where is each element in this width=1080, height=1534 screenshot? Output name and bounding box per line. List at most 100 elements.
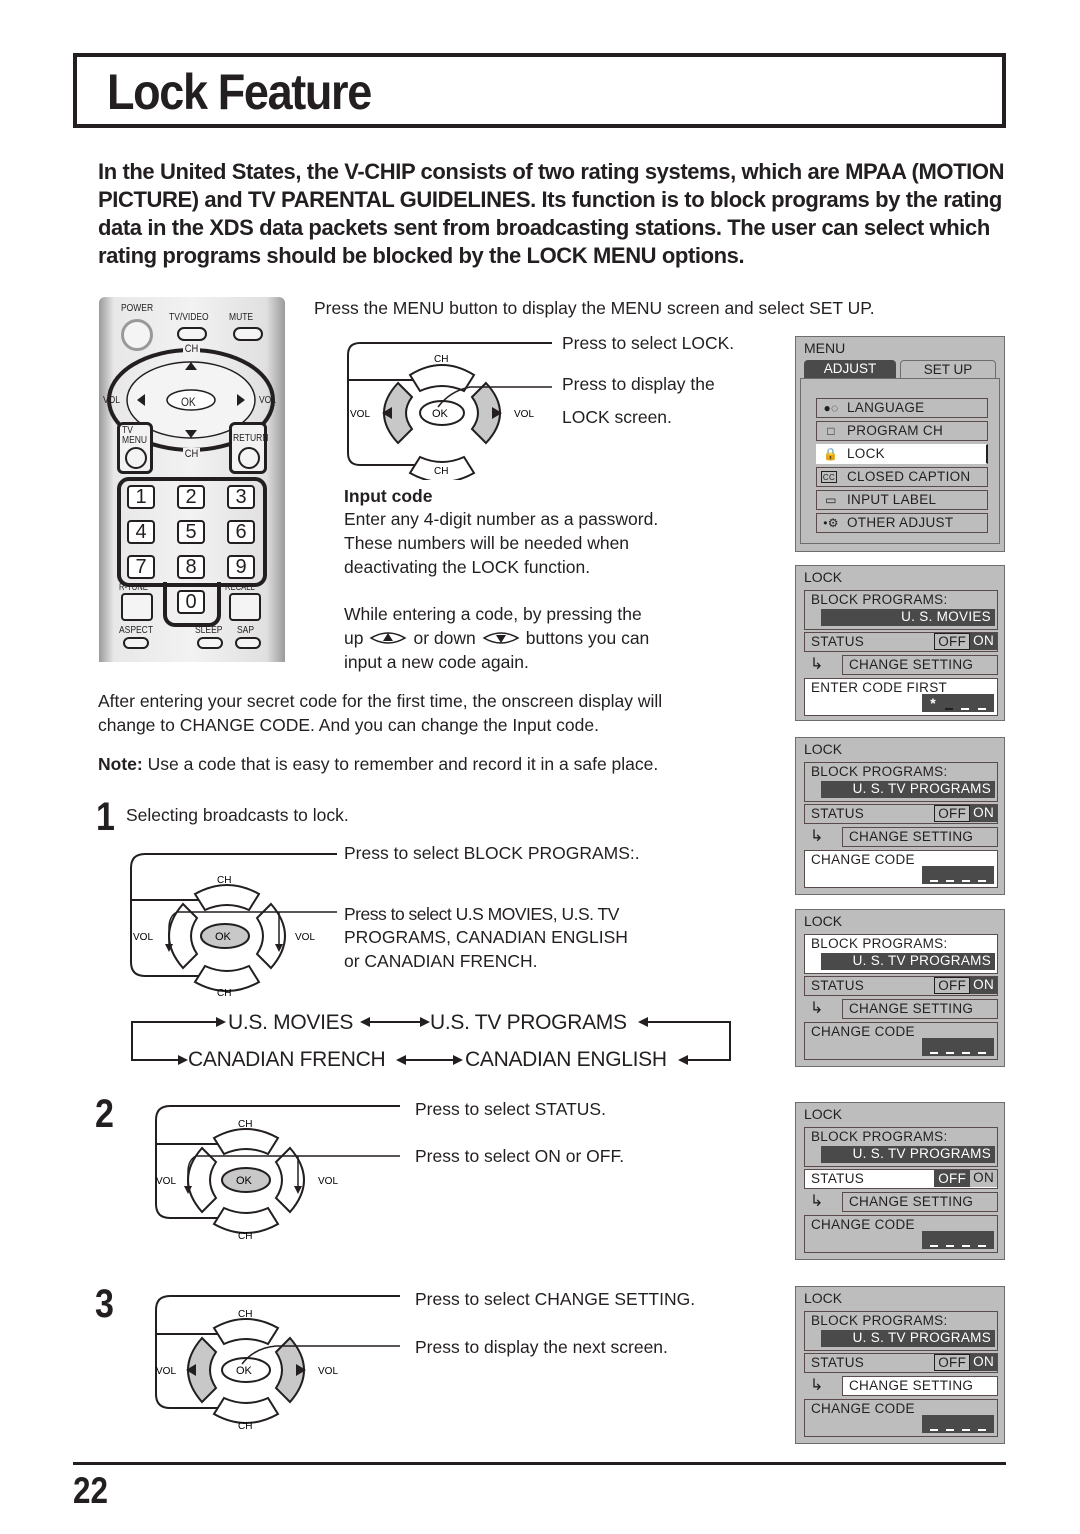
vol-right-label: VOL [514, 409, 534, 420]
page-title-box: Lock Feature [73, 53, 1006, 128]
change-setting-row[interactable]: CHANGE SETTING [842, 1192, 998, 1212]
status-row[interactable]: STATUS OFF ON [804, 632, 998, 652]
status-off[interactable]: OFF [934, 1170, 971, 1187]
down-button-icon [482, 632, 520, 644]
status-on[interactable]: ON [970, 1354, 997, 1371]
svg-text:OK: OK [236, 1365, 253, 1377]
input-label-icon: ▭ [825, 493, 837, 507]
osd-menu-item-language[interactable]: ●◌ LANGUAGE [816, 398, 988, 418]
key-8[interactable]: 8 [177, 555, 205, 579]
status-row[interactable]: STATUS OFF ON [804, 1353, 998, 1373]
status-off[interactable]: OFF [934, 633, 971, 650]
ch-down-label: CH [183, 448, 200, 460]
step-1-line1: Press to select BLOCK PROGRAMS:. [344, 843, 640, 863]
aspect-button[interactable] [123, 637, 149, 649]
osd-menu-item-lock[interactable]: 🔒 LOCK [816, 444, 988, 464]
change-setting-row[interactable]: CHANGE SETTING [842, 999, 998, 1019]
code-digit-slot [978, 1429, 986, 1431]
key-5[interactable]: 5 [177, 520, 205, 544]
key-4[interactable]: 4 [127, 520, 155, 544]
sap-button[interactable] [235, 637, 261, 649]
code-row[interactable]: CHANGE CODE [804, 1399, 998, 1437]
status-row[interactable]: STATUS OFF ON [804, 1169, 998, 1189]
status-off[interactable]: OFF [934, 805, 971, 822]
r-tune-button[interactable] [121, 593, 153, 621]
osd-tab-adjust[interactable]: ADJUST [804, 360, 896, 378]
return-button[interactable] [238, 447, 260, 469]
after-text-line1: After entering your secret code for the … [98, 691, 663, 711]
press-display-line1: Press to display the [562, 374, 715, 394]
block-programs-label: BLOCK PROGRAMS: [811, 1313, 948, 1328]
code-input[interactable]: * [922, 694, 994, 712]
block-programs-row[interactable]: BLOCK PROGRAMS: U. S. MOVIES [804, 590, 998, 630]
osd-menu-item-closed-caption[interactable]: CC CLOSED CAPTION [816, 467, 988, 487]
status-toggle[interactable]: OFF ON [934, 805, 997, 822]
ok-button[interactable]: OK [181, 395, 196, 409]
status-toggle[interactable]: OFF ON [934, 1170, 997, 1187]
change-setting-row[interactable]: CHANGE SETTING [842, 827, 998, 847]
status-off[interactable]: OFF [934, 1354, 971, 1371]
key-0[interactable]: 0 [177, 590, 205, 614]
status-row[interactable]: STATUS OFF ON [804, 976, 998, 996]
tv-menu-button[interactable] [125, 447, 147, 469]
status-toggle[interactable]: OFF ON [934, 633, 997, 650]
osd-lock-panel: LOCK BLOCK PROGRAMS: U. S. TV PROGRAMS S… [795, 909, 1005, 1067]
code-input[interactable] [922, 866, 994, 884]
code-row[interactable]: ENTER CODE FIRST * [804, 678, 998, 716]
code-digit-slot [962, 1245, 970, 1247]
status-toggle[interactable]: OFF ON [934, 977, 997, 994]
step-2-line1: Press to select STATUS. [415, 1099, 606, 1119]
code-digit-slot [930, 1429, 938, 1431]
note-label: Note: [98, 754, 143, 774]
sleep-button[interactable] [197, 637, 223, 649]
status-row[interactable]: STATUS OFF ON [804, 804, 998, 824]
change-setting-row[interactable]: CHANGE SETTING [842, 655, 998, 675]
osd-menu-item-other-adjust[interactable]: •⚙ OTHER ADJUST [816, 513, 988, 533]
tv-video-button[interactable] [177, 327, 207, 341]
block-programs-row[interactable]: BLOCK PROGRAMS: U. S. TV PROGRAMS [804, 1127, 998, 1167]
osd-menu-item-program-ch[interactable]: □ PROGRAM CH [816, 421, 988, 441]
status-off[interactable]: OFF [934, 977, 971, 994]
svg-text:VOL: VOL [318, 1176, 338, 1187]
code-row[interactable]: CHANGE CODE [804, 850, 998, 888]
key-7[interactable]: 7 [127, 555, 155, 579]
osd-lock-panel: LOCK BLOCK PROGRAMS: U. S. MOVIES STATUS… [795, 565, 1005, 721]
code-digit-slot [930, 1245, 938, 1247]
osd-menu-item-input-label[interactable]: ▭ INPUT LABEL [816, 490, 988, 510]
step-2-number: 2 [95, 1092, 114, 1136]
press-display-line2: LOCK screen. [562, 407, 672, 427]
status-on[interactable]: ON [970, 1170, 997, 1187]
mute-button[interactable] [233, 327, 263, 341]
status-on[interactable]: ON [970, 805, 997, 822]
block-programs-row[interactable]: BLOCK PROGRAMS: U. S. TV PROGRAMS [804, 762, 998, 802]
code-label: CHANGE CODE [811, 1401, 915, 1416]
code-input[interactable] [922, 1415, 994, 1433]
key-6[interactable]: 6 [227, 520, 255, 544]
change-setting-row[interactable]: CHANGE SETTING [842, 1376, 998, 1396]
key-1[interactable]: 1 [127, 485, 155, 509]
step-1-title: Selecting broadcasts to lock. [126, 805, 349, 825]
key-3[interactable]: 3 [227, 485, 255, 509]
block-programs-label: BLOCK PROGRAMS: [811, 1129, 948, 1144]
block-programs-row[interactable]: BLOCK PROGRAMS: U. S. TV PROGRAMS [804, 1311, 998, 1351]
recall-button[interactable] [229, 593, 261, 621]
press-select-lock: Press to select LOCK. [562, 333, 735, 353]
status-label: STATUS [811, 1171, 865, 1186]
osd-lock-title: LOCK [804, 741, 843, 757]
reenter-line1: While entering a code, by pressing the [344, 604, 642, 624]
status-toggle[interactable]: OFF ON [934, 1354, 997, 1371]
svg-text:VOL: VOL [133, 932, 153, 943]
code-row[interactable]: CHANGE CODE [804, 1022, 998, 1060]
block-programs-row[interactable]: BLOCK PROGRAMS: U. S. TV PROGRAMS [804, 934, 998, 974]
code-row[interactable]: CHANGE CODE [804, 1215, 998, 1253]
ch-down-label: CH [434, 466, 448, 477]
code-input[interactable] [922, 1231, 994, 1249]
status-on[interactable]: ON [970, 977, 997, 994]
svg-text:CH: CH [238, 1231, 252, 1242]
key-2[interactable]: 2 [177, 485, 205, 509]
status-on[interactable]: ON [970, 633, 997, 650]
code-input[interactable] [922, 1038, 994, 1056]
code-digit-slot [944, 708, 953, 710]
osd-tab-setup[interactable]: SET UP [900, 360, 996, 378]
key-9[interactable]: 9 [227, 555, 255, 579]
